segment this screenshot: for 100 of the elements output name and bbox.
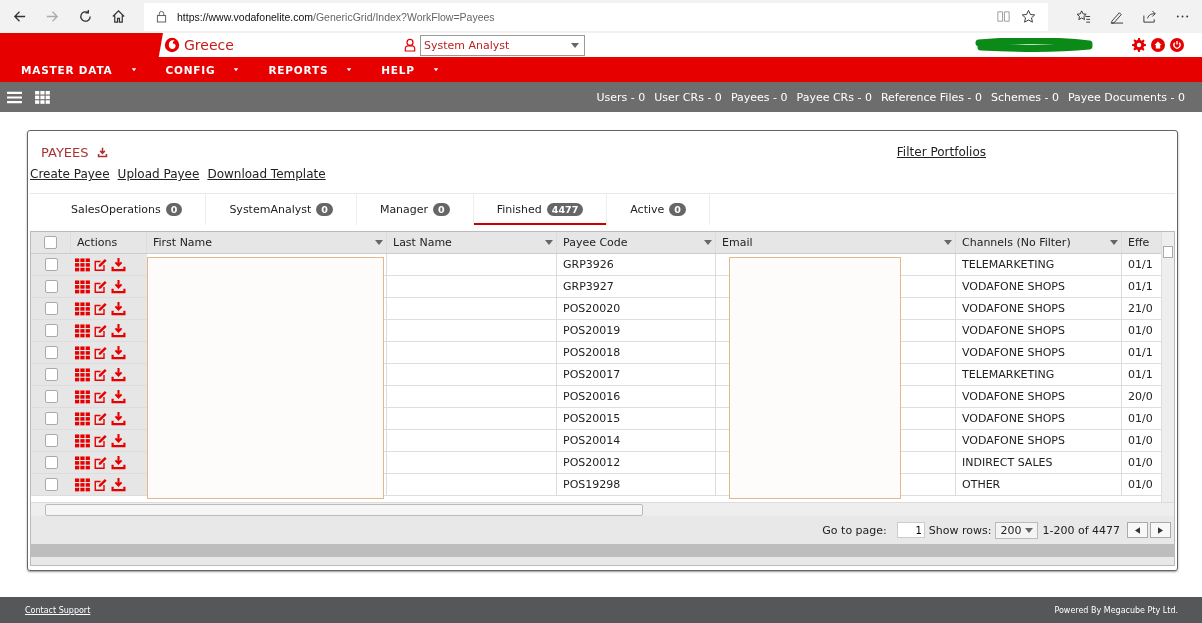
counter-link[interactable]: Users - 0 bbox=[596, 90, 646, 104]
settings-icon[interactable] bbox=[1132, 38, 1146, 52]
status-tab[interactable]: Active 0 bbox=[607, 194, 710, 225]
grid-icon[interactable] bbox=[75, 411, 90, 426]
edit-icon[interactable] bbox=[93, 279, 108, 294]
row-checkbox[interactable] bbox=[44, 390, 58, 403]
download-icon[interactable] bbox=[111, 323, 126, 338]
row-checkbox[interactable] bbox=[44, 346, 58, 359]
horizontal-scrollbar[interactable] bbox=[31, 502, 1174, 516]
caret-icon[interactable] bbox=[944, 240, 952, 245]
download-icon[interactable] bbox=[111, 257, 126, 272]
grid-icon[interactable] bbox=[75, 257, 90, 272]
grid-icon[interactable] bbox=[75, 345, 90, 360]
grid-icon[interactable] bbox=[75, 455, 90, 470]
column-header[interactable]: Last Name bbox=[393, 236, 452, 249]
home-icon[interactable] bbox=[1151, 38, 1165, 52]
page-input[interactable]: 1 bbox=[896, 522, 925, 538]
download-icon[interactable] bbox=[111, 433, 126, 448]
grid-icon[interactable] bbox=[75, 323, 90, 338]
counter-link[interactable]: Payees - 0 bbox=[730, 90, 788, 104]
support-link[interactable]: Contact Support bbox=[25, 605, 91, 615]
caret-icon[interactable] bbox=[704, 240, 712, 245]
grid-icon[interactable] bbox=[75, 279, 90, 294]
status-tab[interactable]: SalesOperations 0 bbox=[48, 194, 207, 225]
edit-icon[interactable] bbox=[93, 411, 108, 426]
counter-link[interactable]: Payee CRs - 0 bbox=[796, 90, 872, 104]
row-checkbox[interactable] bbox=[44, 280, 58, 293]
role-dropdown[interactable]: System Analyst bbox=[420, 34, 585, 56]
select-all-checkbox[interactable] bbox=[44, 236, 57, 249]
column-header[interactable]: Payee Code bbox=[563, 236, 628, 249]
menu-icon[interactable] bbox=[7, 90, 22, 104]
download-icon[interactable] bbox=[111, 477, 126, 492]
power-icon[interactable] bbox=[1170, 38, 1184, 52]
favorites-icon[interactable] bbox=[1076, 9, 1091, 24]
grid-icon[interactable] bbox=[75, 389, 90, 404]
row-checkbox[interactable] bbox=[44, 302, 58, 315]
nav-menu[interactable]: MASTER DATA bbox=[21, 63, 137, 76]
column-header[interactable]: First Name bbox=[153, 236, 213, 249]
edit-icon[interactable] bbox=[93, 477, 108, 492]
status-tab[interactable]: Finished 4477 bbox=[473, 194, 608, 225]
caret-icon[interactable] bbox=[545, 240, 553, 245]
row-checkbox[interactable] bbox=[44, 324, 58, 337]
previous-page-button[interactable] bbox=[1127, 522, 1148, 538]
edit-icon[interactable] bbox=[93, 433, 108, 448]
forward-icon[interactable] bbox=[45, 9, 60, 24]
download-icon[interactable] bbox=[96, 146, 108, 158]
column-header[interactable]: Effe bbox=[1128, 236, 1150, 249]
star-icon[interactable] bbox=[1021, 9, 1036, 24]
download-icon[interactable] bbox=[111, 367, 126, 382]
row-checkbox[interactable] bbox=[44, 456, 58, 469]
nav-menu[interactable]: REPORTS bbox=[268, 63, 353, 76]
download-icon[interactable] bbox=[111, 411, 126, 426]
next-page-button[interactable] bbox=[1150, 522, 1171, 538]
address-bar[interactable]: https://www.vodafonelite.com/GenericGrid/Index?WorkFlow=Payees bbox=[144, 2, 1048, 31]
grid-icon[interactable] bbox=[35, 90, 50, 104]
grid-icon[interactable] bbox=[75, 433, 90, 448]
edit-icon[interactable] bbox=[93, 389, 108, 404]
rows-dropdown[interactable]: 200 bbox=[995, 521, 1039, 539]
grid-icon[interactable] bbox=[75, 301, 90, 316]
column-header[interactable]: Email bbox=[722, 236, 753, 249]
action-link[interactable]: Upload Payee bbox=[117, 167, 200, 181]
column-header[interactable]: Actions bbox=[77, 236, 118, 249]
download-icon[interactable] bbox=[111, 389, 126, 404]
row-checkbox[interactable] bbox=[44, 412, 58, 425]
nav-menu[interactable]: CONFIG bbox=[165, 63, 240, 76]
edit-icon[interactable] bbox=[93, 455, 108, 470]
column-header[interactable]: Channels (No Filter) bbox=[962, 236, 1071, 249]
edit-icon[interactable] bbox=[93, 257, 108, 272]
horizontal-scrollbar[interactable] bbox=[31, 544, 1174, 557]
counter-link[interactable]: Payee Documents - 0 bbox=[1067, 90, 1185, 104]
edit-icon[interactable] bbox=[93, 301, 108, 316]
pen-icon[interactable] bbox=[1109, 9, 1124, 24]
row-checkbox[interactable] bbox=[44, 434, 58, 447]
caret-icon[interactable] bbox=[1110, 240, 1118, 245]
back-icon[interactable] bbox=[12, 9, 27, 24]
share-icon[interactable] bbox=[1142, 9, 1157, 24]
action-link[interactable]: Download Template bbox=[207, 167, 326, 181]
vertical-scrollbar[interactable] bbox=[1161, 232, 1174, 502]
download-icon[interactable] bbox=[111, 279, 126, 294]
grid-icon[interactable] bbox=[75, 477, 90, 492]
status-tab[interactable]: SystemAnalyst 0 bbox=[206, 194, 357, 225]
edit-icon[interactable] bbox=[93, 345, 108, 360]
download-icon[interactable] bbox=[111, 455, 126, 470]
action-link[interactable]: Create Payee bbox=[30, 167, 110, 181]
download-icon[interactable] bbox=[111, 345, 126, 360]
grid-icon[interactable] bbox=[75, 367, 90, 382]
row-checkbox[interactable] bbox=[44, 478, 58, 491]
reload-icon[interactable] bbox=[78, 9, 93, 24]
caret-icon[interactable] bbox=[375, 240, 383, 245]
reading-view-icon[interactable] bbox=[996, 9, 1011, 24]
counter-link[interactable]: Schemes - 0 bbox=[990, 90, 1059, 104]
row-checkbox[interactable] bbox=[44, 368, 58, 381]
home-icon[interactable] bbox=[111, 9, 126, 24]
row-checkbox[interactable] bbox=[44, 258, 58, 271]
counter-link[interactable]: Reference Files - 0 bbox=[880, 90, 982, 104]
filter-link[interactable]: Filter Portfolios bbox=[896, 145, 986, 159]
counter-link[interactable]: User CRs - 0 bbox=[654, 90, 722, 104]
status-tab[interactable]: Manager 0 bbox=[356, 194, 474, 225]
edit-icon[interactable] bbox=[93, 367, 108, 382]
edit-icon[interactable] bbox=[93, 323, 108, 338]
